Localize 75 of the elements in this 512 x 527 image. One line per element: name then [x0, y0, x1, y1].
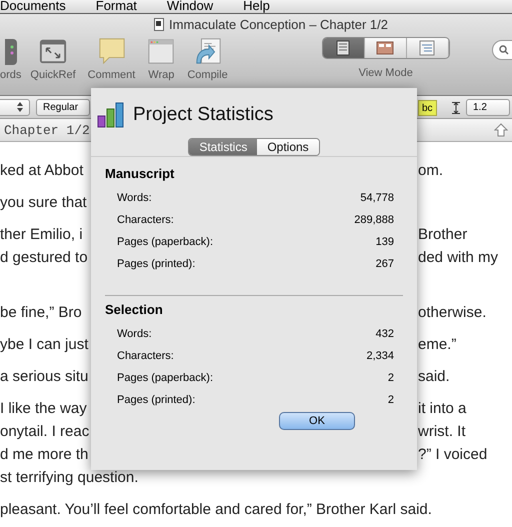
- stat-label: Characters:: [117, 350, 174, 362]
- text-line: Brother: [418, 225, 468, 245]
- stat-label: Pages (paperback):: [117, 372, 213, 384]
- text-line: otherwise.: [418, 303, 486, 323]
- ok-button[interactable]: OK: [279, 412, 355, 430]
- section-title: Manuscript: [105, 166, 176, 181]
- tab[interactable]: Statistics: [189, 139, 258, 155]
- text-line: I like the way: [0, 399, 87, 419]
- font-family-popup[interactable]: [0, 98, 30, 116]
- text-line: it into a: [418, 399, 466, 419]
- window-title: Immaculate Conception – Chapter 1/2: [169, 16, 388, 32]
- text-line: onytail. I reac: [0, 422, 90, 442]
- toolbar-button[interactable]: Comment: [88, 69, 136, 81]
- stat-value: 2,334: [366, 350, 394, 362]
- toolbar-button[interactable]: ords: [0, 69, 22, 81]
- text-line: ybe I can just: [0, 335, 88, 355]
- text-line: said.: [418, 367, 450, 387]
- toolbar-button[interactable]: Wrap: [148, 69, 174, 81]
- panel-title: Project Statistics: [133, 104, 274, 126]
- menu-item[interactable]: Documents: [0, 0, 66, 13]
- font-style-popup[interactable]: Regular: [36, 98, 90, 116]
- document-icon: [154, 18, 164, 30]
- stat-label: Pages (paperback):: [117, 236, 213, 248]
- text-line: st terrifying question.: [0, 468, 138, 488]
- view-mode-label: View Mode: [358, 67, 413, 79]
- stat-label: Characters:: [117, 214, 174, 226]
- text-line: wrist. It: [418, 422, 466, 442]
- text-line: d me more th: [0, 445, 88, 465]
- text-line: a serious situ: [0, 367, 88, 387]
- text-line: pleasant. You’ll feel comfortable and cared for,” Brother Karl said.: [0, 500, 432, 520]
- document-view-icon: [334, 39, 352, 57]
- line-spacing-popup[interactable]: 1.2: [466, 99, 510, 116]
- speech-bubble-icon: [98, 37, 126, 65]
- bar-chart-icon: [97, 102, 125, 128]
- text-line: you sure that: [0, 193, 87, 213]
- menu-item[interactable]: Window: [166, 0, 214, 13]
- line-spacing-icon: [452, 102, 460, 114]
- stat-value: 289,888: [354, 214, 394, 226]
- stat-value: 267: [376, 258, 394, 270]
- stat-value: 139: [376, 236, 394, 248]
- highlight-button[interactable]: bc: [418, 100, 437, 116]
- text-line: be fine,” Bro: [0, 303, 82, 323]
- home-icon[interactable]: [494, 123, 508, 137]
- text-line: ded with my: [418, 248, 498, 268]
- text-line: ther Emilio, i: [0, 225, 83, 245]
- view-mode-control[interactable]: [322, 37, 450, 59]
- corkboard-view-icon: [376, 39, 394, 57]
- view-mode-segment[interactable]: [322, 38, 365, 58]
- toolbar-button[interactable]: QuickRef: [30, 69, 76, 81]
- menu-item[interactable]: Help: [243, 0, 270, 13]
- stat-label: Words:: [117, 328, 152, 340]
- stat-value: 54,778: [360, 192, 394, 204]
- text-line: om.: [418, 161, 444, 181]
- stat-label: Pages (printed):: [117, 394, 196, 406]
- section-title: Selection: [105, 302, 164, 317]
- text-line: ked at Abbot: [0, 161, 84, 181]
- compile-icon: [194, 37, 222, 65]
- window-icon: [147, 37, 176, 65]
- search-icon: [499, 45, 509, 55]
- stat-value: 2: [388, 372, 394, 384]
- tab[interactable]: Options: [257, 139, 319, 155]
- stat-value: 432: [376, 328, 394, 340]
- outline-view-icon: [418, 39, 436, 57]
- text-line: eme.”: [418, 335, 456, 355]
- header-title: Chapter 1/2: [4, 122, 90, 138]
- text-line: ?” I voiced: [418, 445, 488, 465]
- window-resize-icon: [39, 37, 68, 65]
- text-line: d gestured to: [0, 248, 88, 268]
- stat-label: Pages (printed):: [117, 258, 196, 270]
- stepper-arrows-icon: [17, 102, 23, 112]
- toolbar-button[interactable]: Compile: [187, 69, 228, 81]
- stat-value: 2: [388, 394, 394, 406]
- menu-item[interactable]: Format: [96, 0, 137, 13]
- stat-label: Words:: [117, 192, 152, 204]
- keywords-icon: [4, 39, 17, 65]
